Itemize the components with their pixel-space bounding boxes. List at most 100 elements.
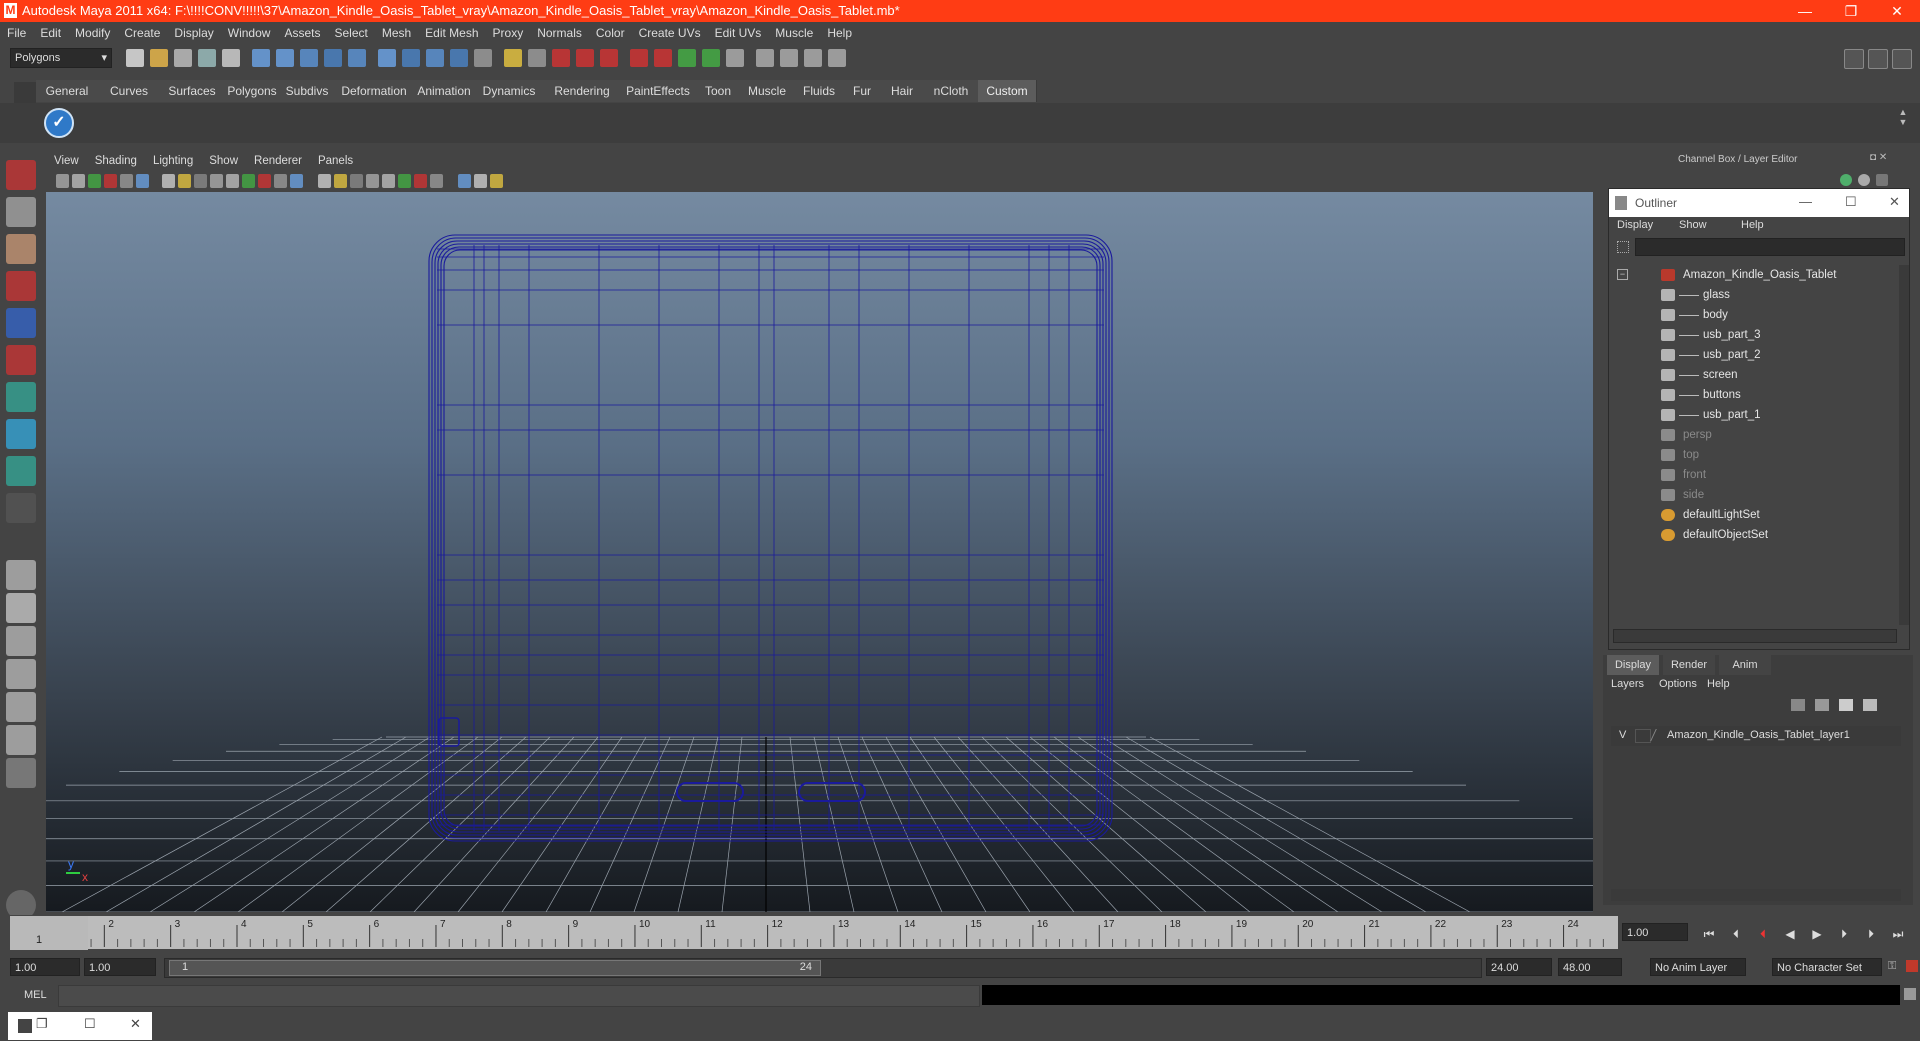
menu-edit[interactable]: Edit bbox=[33, 22, 68, 44]
status-tool-icon[interactable] bbox=[300, 49, 318, 67]
shelf-tab-surfaces[interactable]: Surfaces bbox=[160, 80, 225, 102]
viewport-tool-icon[interactable] bbox=[242, 174, 255, 188]
filter-icon[interactable] bbox=[1617, 241, 1629, 253]
shelf-tab-ncloth[interactable]: nCloth bbox=[924, 80, 979, 102]
current-frame-indicator[interactable]: 1 bbox=[10, 916, 88, 950]
viewport-tool-icon[interactable] bbox=[458, 174, 471, 188]
current-time-field[interactable]: 1.00 bbox=[1622, 923, 1688, 941]
shelf-tab-dynamics[interactable]: Dynamics bbox=[474, 80, 545, 102]
viewport-tool-icon[interactable] bbox=[318, 174, 331, 188]
outliner-menu-show[interactable]: Show bbox=[1679, 219, 1707, 231]
viewport-tool-icon[interactable] bbox=[290, 174, 303, 188]
outliner-menu-display[interactable]: Display bbox=[1617, 219, 1653, 231]
status-tool-icon[interactable] bbox=[450, 49, 468, 67]
menu-modify[interactable]: Modify bbox=[68, 22, 117, 44]
status-tool-icon[interactable] bbox=[576, 49, 594, 67]
status-tool-icon[interactable] bbox=[726, 49, 744, 67]
menu-create-uvs[interactable]: Create UVs bbox=[632, 22, 708, 44]
playback-start-field[interactable]: 1.00 bbox=[84, 958, 156, 976]
single-pane-icon[interactable] bbox=[6, 560, 36, 590]
collapse-toggle-icon[interactable]: − bbox=[1617, 269, 1628, 280]
status-tool-icon[interactable] bbox=[150, 49, 168, 67]
status-tool-icon[interactable] bbox=[198, 49, 216, 67]
viewport-tool-icon[interactable] bbox=[56, 174, 69, 188]
range-slider-handle[interactable]: 1 24 bbox=[169, 960, 821, 976]
last-tool-icon[interactable] bbox=[6, 493, 36, 523]
viewport-tool-icon[interactable] bbox=[350, 174, 363, 188]
menu-select[interactable]: Select bbox=[327, 22, 374, 44]
start-time-field[interactable]: 1.00 bbox=[10, 958, 80, 976]
outliner-menu-help[interactable]: Help bbox=[1741, 219, 1764, 231]
anim-prefs-icon[interactable] bbox=[1906, 960, 1918, 972]
menu-window[interactable]: Window bbox=[221, 22, 278, 44]
status-tool-icon[interactable] bbox=[474, 49, 492, 67]
menu-create[interactable]: Create bbox=[117, 22, 167, 44]
play-backward-icon[interactable]: ◀ bbox=[1779, 925, 1801, 943]
layout-toggle-icon[interactable] bbox=[1844, 49, 1864, 69]
hypershade-layout-icon[interactable] bbox=[6, 692, 36, 722]
outliner-horizontal-scrollbar[interactable] bbox=[1613, 629, 1897, 643]
status-tool-icon[interactable] bbox=[630, 49, 648, 67]
layer-menu-options[interactable]: Options bbox=[1659, 678, 1697, 690]
viewport-menu-show[interactable]: Show bbox=[201, 150, 246, 172]
go-to-start-icon[interactable]: ⏮ bbox=[1698, 925, 1720, 943]
step-back-frame-icon[interactable]: ⏴ bbox=[1752, 925, 1774, 943]
viewport-tool-icon[interactable] bbox=[72, 174, 85, 188]
lasso-tool-icon[interactable] bbox=[6, 197, 36, 227]
panel-float-close-icons[interactable]: ◘ ✕ bbox=[1870, 152, 1910, 166]
status-tool-icon[interactable] bbox=[222, 49, 240, 67]
viewport-tool-icon[interactable] bbox=[490, 174, 503, 188]
layer-menu-help[interactable]: Help bbox=[1707, 678, 1730, 690]
layer-horizontal-scrollbar[interactable] bbox=[1611, 889, 1901, 901]
viewport-menu-panels[interactable]: Panels bbox=[310, 150, 361, 172]
menu-display[interactable]: Display bbox=[167, 22, 220, 44]
step-back-key-icon[interactable]: ⏴ bbox=[1725, 925, 1747, 943]
step-forward-key-icon[interactable]: ⏵ bbox=[1860, 925, 1882, 943]
shelf-tab-animation[interactable]: Animation bbox=[414, 80, 475, 102]
status-tool-icon[interactable] bbox=[678, 49, 696, 67]
script-layout-icon[interactable] bbox=[6, 725, 36, 755]
soft-mod-icon[interactable] bbox=[6, 419, 36, 449]
outliner-layout-icon[interactable] bbox=[6, 626, 36, 656]
shelf-tab-general[interactable]: General bbox=[36, 80, 99, 102]
graph-layout-icon[interactable] bbox=[6, 659, 36, 689]
custom-layout-icon[interactable] bbox=[6, 758, 36, 788]
show-manip-icon[interactable] bbox=[6, 456, 36, 486]
shelf-tab-deformation[interactable]: Deformation bbox=[334, 80, 415, 102]
end-time-field[interactable]: 48.00 bbox=[1558, 958, 1622, 976]
manipulator-icon[interactable] bbox=[6, 382, 36, 412]
checkmark-icon[interactable]: ✓ bbox=[44, 108, 74, 138]
viewport-tool-icon[interactable] bbox=[210, 174, 223, 188]
shelf-tab-toon[interactable]: Toon bbox=[696, 80, 741, 102]
viewport-tool-icon[interactable] bbox=[430, 174, 443, 188]
scale-tool-icon[interactable] bbox=[6, 345, 36, 375]
menu-file[interactable]: File bbox=[0, 22, 33, 44]
menu-color[interactable]: Color bbox=[589, 22, 632, 44]
key-icon[interactable]: ⚿ bbox=[1888, 960, 1902, 974]
viewport-menu-lighting[interactable]: Lighting bbox=[145, 150, 201, 172]
outliner-minimize-button[interactable]: — bbox=[1799, 194, 1812, 209]
status-tool-icon[interactable] bbox=[402, 49, 420, 67]
shelf-tab-painteffects[interactable]: PaintEffects bbox=[620, 80, 697, 102]
shelf-tab-custom[interactable]: Custom bbox=[978, 80, 1037, 102]
layer-menu-layers[interactable]: Layers bbox=[1611, 678, 1644, 690]
shelf-tab-subdivs[interactable]: Subdivs bbox=[280, 80, 335, 102]
status-tool-icon[interactable] bbox=[702, 49, 720, 67]
outliner-search-input[interactable] bbox=[1635, 238, 1905, 256]
status-tool-icon[interactable] bbox=[552, 49, 570, 67]
status-tool-icon[interactable] bbox=[174, 49, 192, 67]
viewport-tool-icon[interactable] bbox=[414, 174, 427, 188]
minimize-button[interactable]: — bbox=[1782, 0, 1828, 22]
command-input[interactable] bbox=[58, 985, 980, 1007]
layer-visibility-toggle[interactable]: V bbox=[1619, 729, 1626, 741]
viewport-tool-icon[interactable] bbox=[258, 174, 271, 188]
status-tool-icon[interactable] bbox=[828, 49, 846, 67]
status-tool-icon[interactable] bbox=[348, 49, 366, 67]
layer-tab-anim[interactable]: Anim bbox=[1719, 655, 1771, 675]
menu-proxy[interactable]: Proxy bbox=[486, 22, 531, 44]
close-icon[interactable]: ✕ bbox=[130, 1016, 141, 1032]
viewport-tool-icon[interactable] bbox=[366, 174, 379, 188]
play-forward-icon[interactable]: ▶ bbox=[1806, 925, 1828, 943]
go-to-end-icon[interactable]: ⏭ bbox=[1887, 925, 1909, 943]
menu-muscle[interactable]: Muscle bbox=[768, 22, 820, 44]
